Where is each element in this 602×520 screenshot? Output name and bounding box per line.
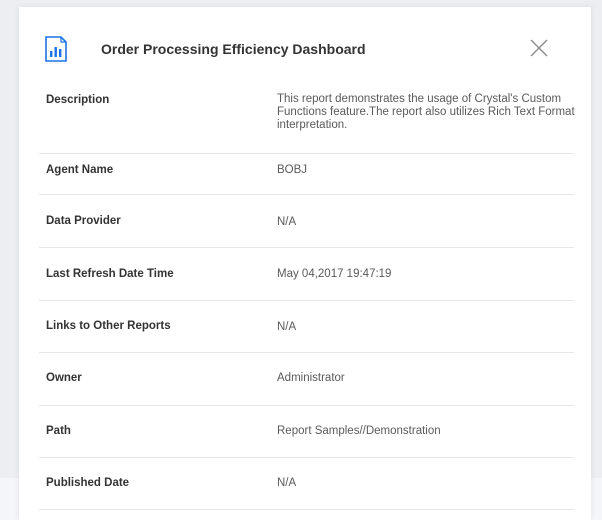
report-icon (44, 36, 68, 63)
property-row-published-date: Published Date N/A (39, 458, 574, 510)
property-label: Data Provider (46, 215, 121, 227)
property-value: N/A (277, 477, 297, 489)
property-value: N/A (277, 216, 297, 228)
property-row-path: Path Report Samples//Demonstration (39, 406, 574, 458)
property-value: May 04,2017 19:47:19 (277, 268, 392, 280)
property-row-description: Description This report demonstrates the… (39, 87, 575, 154)
report-details-dialog: Order Processing Efficiency Dashboard De… (19, 7, 591, 520)
property-row-links: Links to Other Reports N/A (39, 301, 574, 353)
property-label: Agent Name (46, 164, 114, 176)
property-label: Links to Other Reports (46, 320, 171, 332)
dialog-title: Order Processing Efficiency Dashboard (101, 41, 366, 57)
property-value: Administrator (277, 372, 345, 384)
dialog-header: Order Processing Efficiency Dashboard (19, 7, 591, 87)
property-row-owner: Owner Administrator (39, 353, 574, 406)
property-row-data-provider: Data Provider N/A (39, 195, 574, 248)
property-row-agent-name: Agent Name BOBJ (39, 154, 574, 195)
property-row-last-refresh: Last Refresh Date Time May 04,2017 19:47… (39, 248, 574, 301)
property-label: Owner (46, 372, 82, 384)
property-label: Last Refresh Date Time (46, 268, 174, 280)
property-label: Path (46, 425, 71, 437)
property-label: Published Date (46, 477, 130, 489)
property-value: N/A (277, 321, 297, 333)
property-label: Description (46, 94, 110, 106)
property-value: Report Samples//Demonstration (277, 425, 441, 437)
close-icon[interactable] (529, 38, 549, 58)
property-value: BOBJ (277, 164, 308, 176)
property-value: This report demonstrates the usage of Cr… (277, 93, 575, 131)
